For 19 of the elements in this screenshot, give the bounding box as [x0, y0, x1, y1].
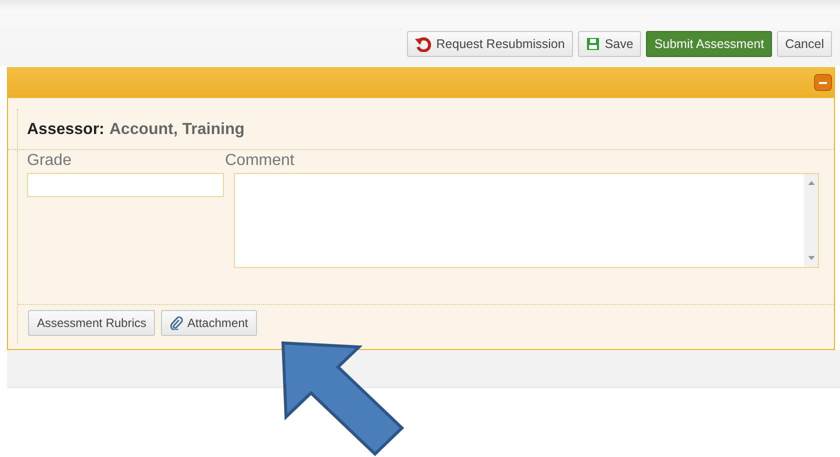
scrollbar[interactable]: [804, 174, 818, 267]
paperclip-icon: [170, 316, 184, 330]
field-label: Comment: [225, 151, 294, 171]
assessor-label: Assessor:: [27, 121, 104, 139]
comment-field[interactable]: [234, 173, 819, 268]
scroll-up-icon[interactable]: [808, 180, 814, 185]
collapse-icon[interactable]: [814, 74, 832, 91]
grade-field[interactable]: [27, 173, 224, 197]
button[interactable]: Cancel: [777, 31, 832, 57]
assessor-name: Account, Training: [109, 121, 244, 139]
rubrics-button[interactable]: Assessment Rubrics: [28, 310, 156, 336]
floppy-icon: [586, 37, 600, 51]
submit-button[interactable]: Submit Assessment: [646, 31, 772, 57]
scroll-down-icon[interactable]: [808, 256, 814, 261]
request-resubmission-button[interactable]: Request Resubmission: [407, 31, 573, 57]
undo-icon: [415, 36, 432, 52]
field-label: Grade: [27, 151, 72, 171]
save-button[interactable]: Save: [578, 31, 642, 57]
attachment-button[interactable]: Attachment: [161, 310, 258, 336]
